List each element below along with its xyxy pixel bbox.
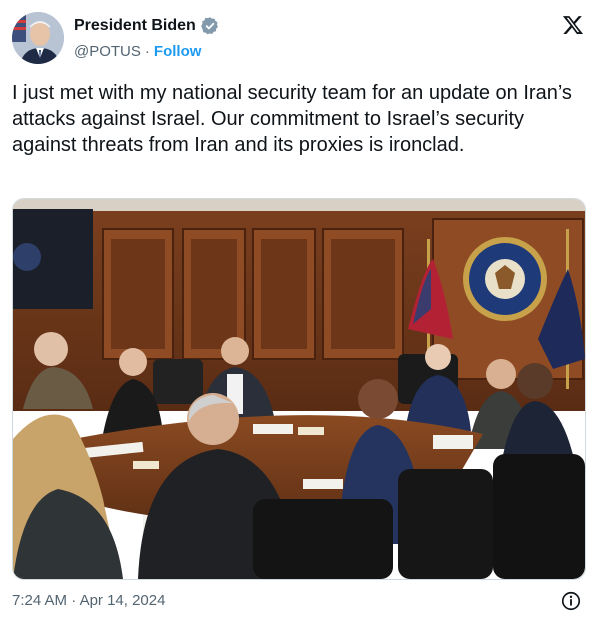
author-handle[interactable]: @POTUS [74,43,141,60]
situation-room-photo [13,199,585,579]
tweet-time[interactable]: 7:24 AM [12,592,67,609]
tweet-timestamp: 7:24 AM · Apr 14, 2024 [12,592,165,609]
follow-button[interactable]: Follow [154,43,202,60]
tweet-date[interactable]: Apr 14, 2024 [80,592,166,609]
avatar[interactable] [12,12,64,64]
avatar-photo [12,12,64,64]
verified-badge-icon [200,16,220,36]
author-block: President Biden @POTUS · Follow [74,14,220,60]
separator: · [71,592,77,609]
x-logo-icon[interactable] [562,14,584,36]
separator: · [144,43,150,60]
tweet-photo[interactable] [12,198,586,580]
info-icon[interactable] [560,590,582,612]
author-name[interactable]: President Biden [74,17,196,35]
tweet-text: I just met with my national security tea… [12,82,572,156]
